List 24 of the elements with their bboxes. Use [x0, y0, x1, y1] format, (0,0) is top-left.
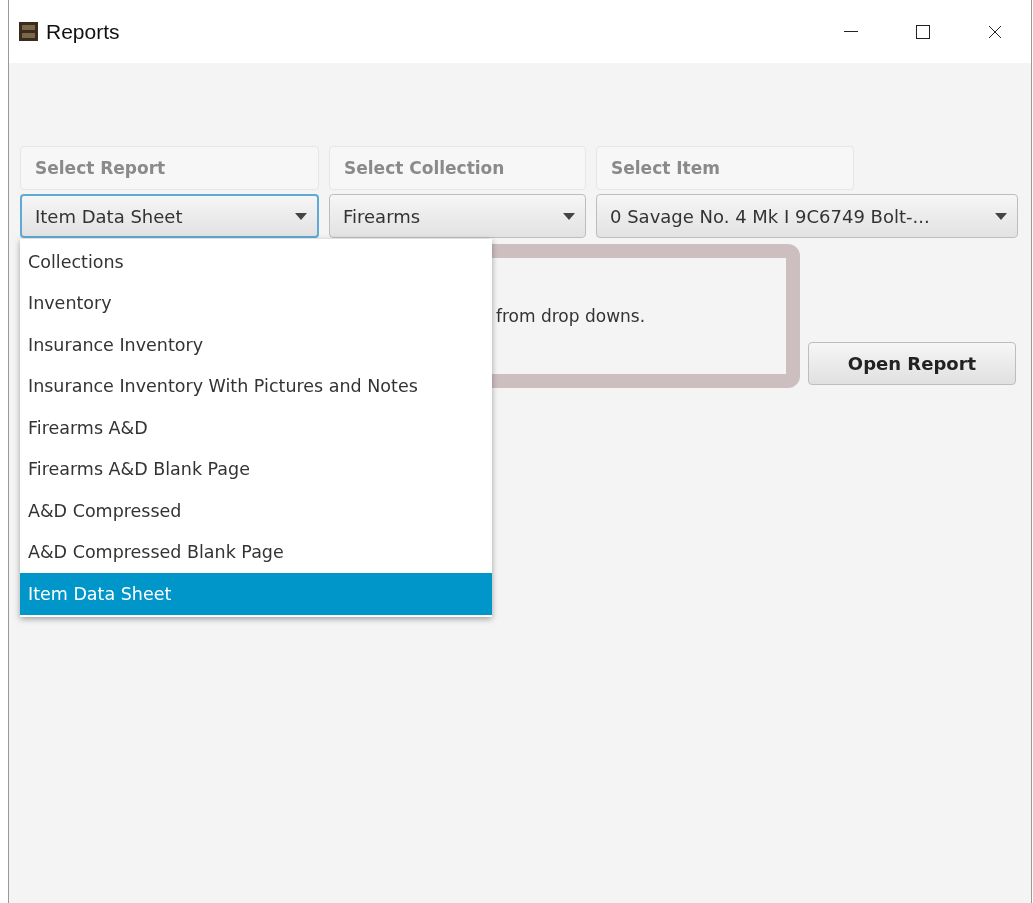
dropdown-item[interactable]: Inventory [20, 282, 492, 324]
caret-icon [995, 212, 1007, 220]
caret-icon [295, 212, 307, 220]
dropdown-item[interactable]: Firearms A&D [20, 407, 492, 449]
dropdown-item[interactable]: Firearms A&D Blank Page [20, 448, 492, 490]
app-icon [19, 22, 38, 41]
field-label: Select Collection [329, 146, 586, 190]
select-dropdown[interactable]: Item Data Sheet [20, 194, 319, 238]
open-report-button[interactable]: Open Report [808, 342, 1016, 385]
minimize-icon [844, 31, 858, 32]
dropdown-item[interactable]: A&D Compressed [20, 490, 492, 532]
close-icon [988, 24, 1002, 39]
maximize-icon [916, 24, 930, 39]
dropdown-item[interactable]: Insurance Inventory [20, 324, 492, 366]
select-dropdown[interactable]: Firearms [329, 194, 586, 238]
field-label: Select Item [596, 146, 854, 190]
field-label: Select Report [20, 146, 319, 190]
dropdown-item[interactable]: Insurance Inventory With Pictures and Notes [20, 365, 492, 407]
select-dropdown[interactable]: 0 Savage No. 4 Mk I 9C6749 Bolt-... [596, 194, 1018, 238]
dropdown-item[interactable]: A&D Compressed Blank Page [20, 531, 492, 573]
window-title: Reports [46, 19, 121, 44]
message-text: from drop downs. [496, 306, 646, 326]
caret-icon [563, 212, 575, 220]
dropdown-item[interactable]: Collections [20, 241, 492, 283]
